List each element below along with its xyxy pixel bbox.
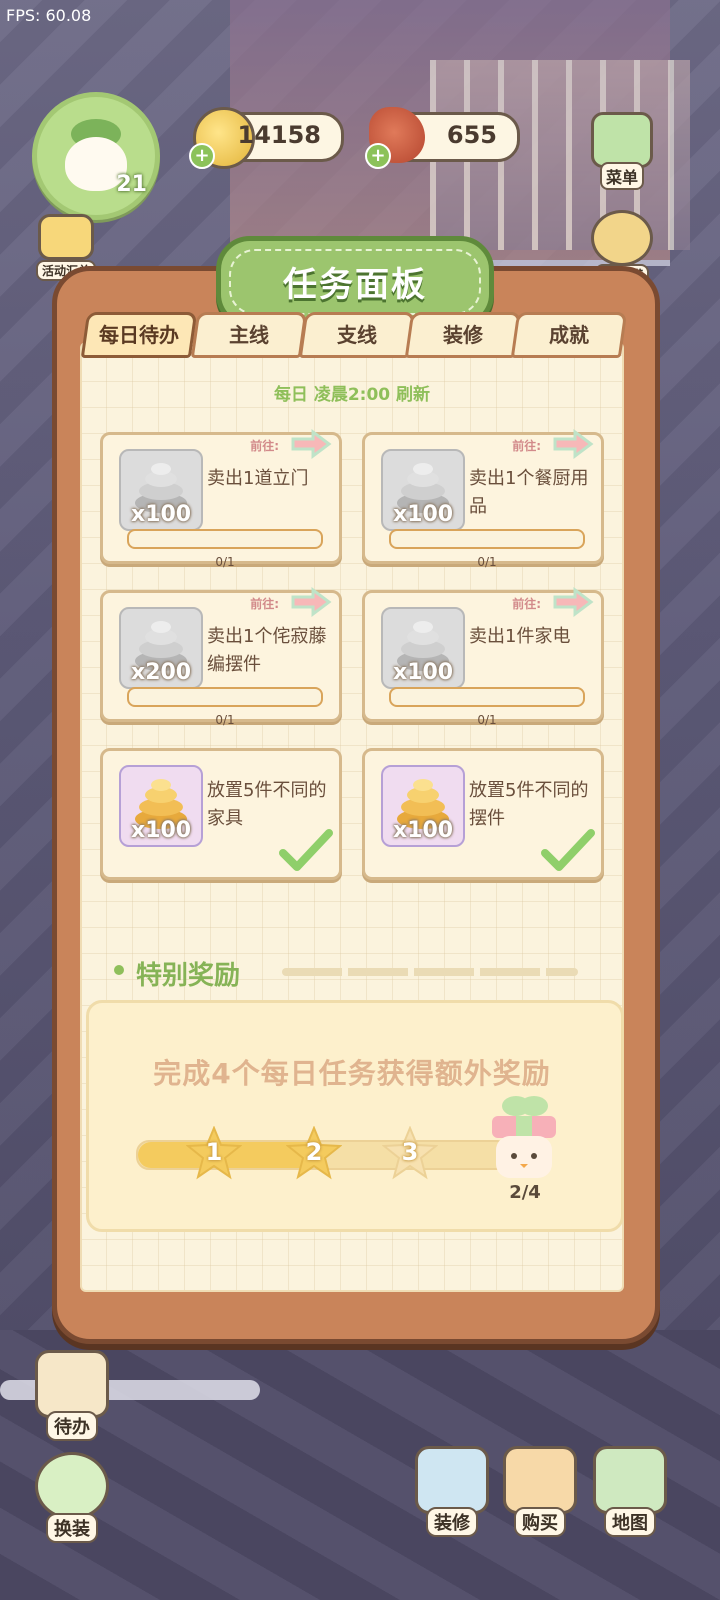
task-card[interactable]: 前往: x100 卖出1个餐厨用品 0/1 [362,429,604,569]
todo-list-icon [35,1350,109,1418]
silver-coins-reward: x100 [381,449,465,531]
tab-decorate[interactable]: 装修 [404,312,522,358]
special-reward-count: 2/4 [509,1182,541,1203]
special-reward-dot [114,965,124,975]
task-card[interactable]: 前往: x100 卖出1道立门 0/1 [100,429,342,569]
silver-coins-reward: x100 [381,607,465,689]
goto-arrow-icon[interactable] [289,587,333,617]
task-progress-bar: 0/1 [389,687,585,727]
decorate-icon [415,1446,489,1514]
milestone-number: 3 [401,1138,419,1166]
task-description: 卖出1个侘寂藤编摆件 [207,626,327,675]
panel-tabs: 每日待办 主线 支线 装修 成就 [80,312,628,358]
todo-label: 待办 [46,1411,98,1441]
goto-arrow-icon[interactable] [551,429,595,459]
gold-coins-reward: x100 [119,765,203,847]
fps-counter: FPS: 60.08 [6,6,92,25]
goto-arrow-icon[interactable] [551,587,595,617]
task-progress-text: 0/1 [477,713,497,727]
reward-quantity: x100 [393,660,454,685]
player-level: 21 [116,172,147,197]
tab-main-label: 主线 [229,323,269,347]
panel-title: 任务面板 [283,265,427,305]
goto-label: 前往: [512,439,541,453]
tab-daily[interactable]: 每日待办 [80,312,198,358]
reward-quantity: x100 [393,818,454,843]
add-coins-button[interactable]: + [189,143,215,169]
tab-achievements[interactable]: 成就 [510,312,628,358]
goto-arrow-icon[interactable] [289,429,333,459]
silver-coins-reward: x100 [119,449,203,531]
task-progress-bar: 0/1 [127,529,323,569]
map-button[interactable]: 地图 [590,1446,670,1537]
checkmark-icon [279,829,333,871]
task-progress-bar: 0/1 [127,687,323,727]
shopping-bag-icon [503,1446,577,1514]
refresh-note: 每日 凌晨2:00 刷新 [273,385,431,405]
shop-label: 购买 [514,1507,566,1537]
player-avatar[interactable]: 21 [32,92,160,220]
dress-up-button[interactable]: 换装 [32,1452,112,1543]
goto-label: 前往: [250,597,279,611]
task-description: 卖出1个餐厨用品 [469,468,589,517]
task-progress-text: 0/1 [477,555,497,569]
gold-coins-reward: x100 [381,765,465,847]
dress-up-icon [35,1452,109,1520]
reward-quantity: x100 [131,502,192,527]
task-card[interactable]: 前往: x200 卖出1个侘寂藤编摆件 0/1 [100,587,342,727]
milestone-number: 2 [305,1138,323,1166]
special-reward-title: 特别奖励 [136,961,241,991]
tab-daily-label: 每日待办 [99,323,179,347]
tab-achievements-label: 成就 [549,323,589,347]
milestone-number: 1 [205,1138,223,1166]
task-description: 卖出1道立门 [207,468,309,489]
special-reward-divider [282,968,578,976]
crown-icon [38,214,94,260]
map-icon [593,1446,667,1514]
task-progress-text: 0/1 [215,713,235,727]
gift-box-icon[interactable] [486,1094,562,1182]
task-card[interactable]: 前往: x100 卖出1件家电 0/1 [362,587,604,727]
goto-label: 前往: [250,439,279,453]
piggy-bank-icon [591,210,653,266]
reward-quantity: x100 [131,818,192,843]
reward-quantity: x100 [393,502,454,527]
decorate-label: 装修 [426,1507,478,1537]
task-description: 卖出1件家电 [469,626,571,647]
shop-button[interactable]: 购买 [500,1446,580,1537]
meat-amount: 655 [446,121,497,149]
special-reward-description: 完成4个每日任务获得额外奖励 [153,1057,551,1090]
dress-up-label: 换装 [46,1513,98,1543]
task-card-completed[interactable]: x100 放置5件不同的摆件 [362,748,604,880]
task-card-completed[interactable]: x100 放置5件不同的家具 [100,748,342,880]
silver-coins-reward: x200 [119,607,203,689]
meat-counter[interactable]: + 655 [365,107,520,169]
map-label: 地图 [604,1507,656,1537]
decorate-button[interactable]: 装修 [412,1446,492,1537]
tab-side[interactable]: 支线 [298,312,416,358]
todo-button[interactable]: 待办 [32,1350,112,1441]
coin-counter[interactable]: + 14158 [189,107,344,169]
task-progress-text: 0/1 [215,555,235,569]
add-meat-button[interactable]: + [365,143,391,169]
reward-quantity: x200 [131,660,192,685]
task-description: 放置5件不同的摆件 [469,780,589,829]
task-description: 放置5件不同的家具 [207,780,327,829]
checkmark-icon [541,829,595,871]
tab-side-label: 支线 [337,323,377,347]
tab-main[interactable]: 主线 [190,312,308,358]
tab-decorate-label: 装修 [443,323,483,347]
menu-label: 菜单 [599,162,644,190]
task-progress-bar: 0/1 [389,529,585,569]
coin-amount: 14158 [237,121,322,149]
menu-button[interactable]: 菜单 [590,112,654,190]
goto-label: 前往: [512,597,541,611]
menu-icon [591,112,653,168]
